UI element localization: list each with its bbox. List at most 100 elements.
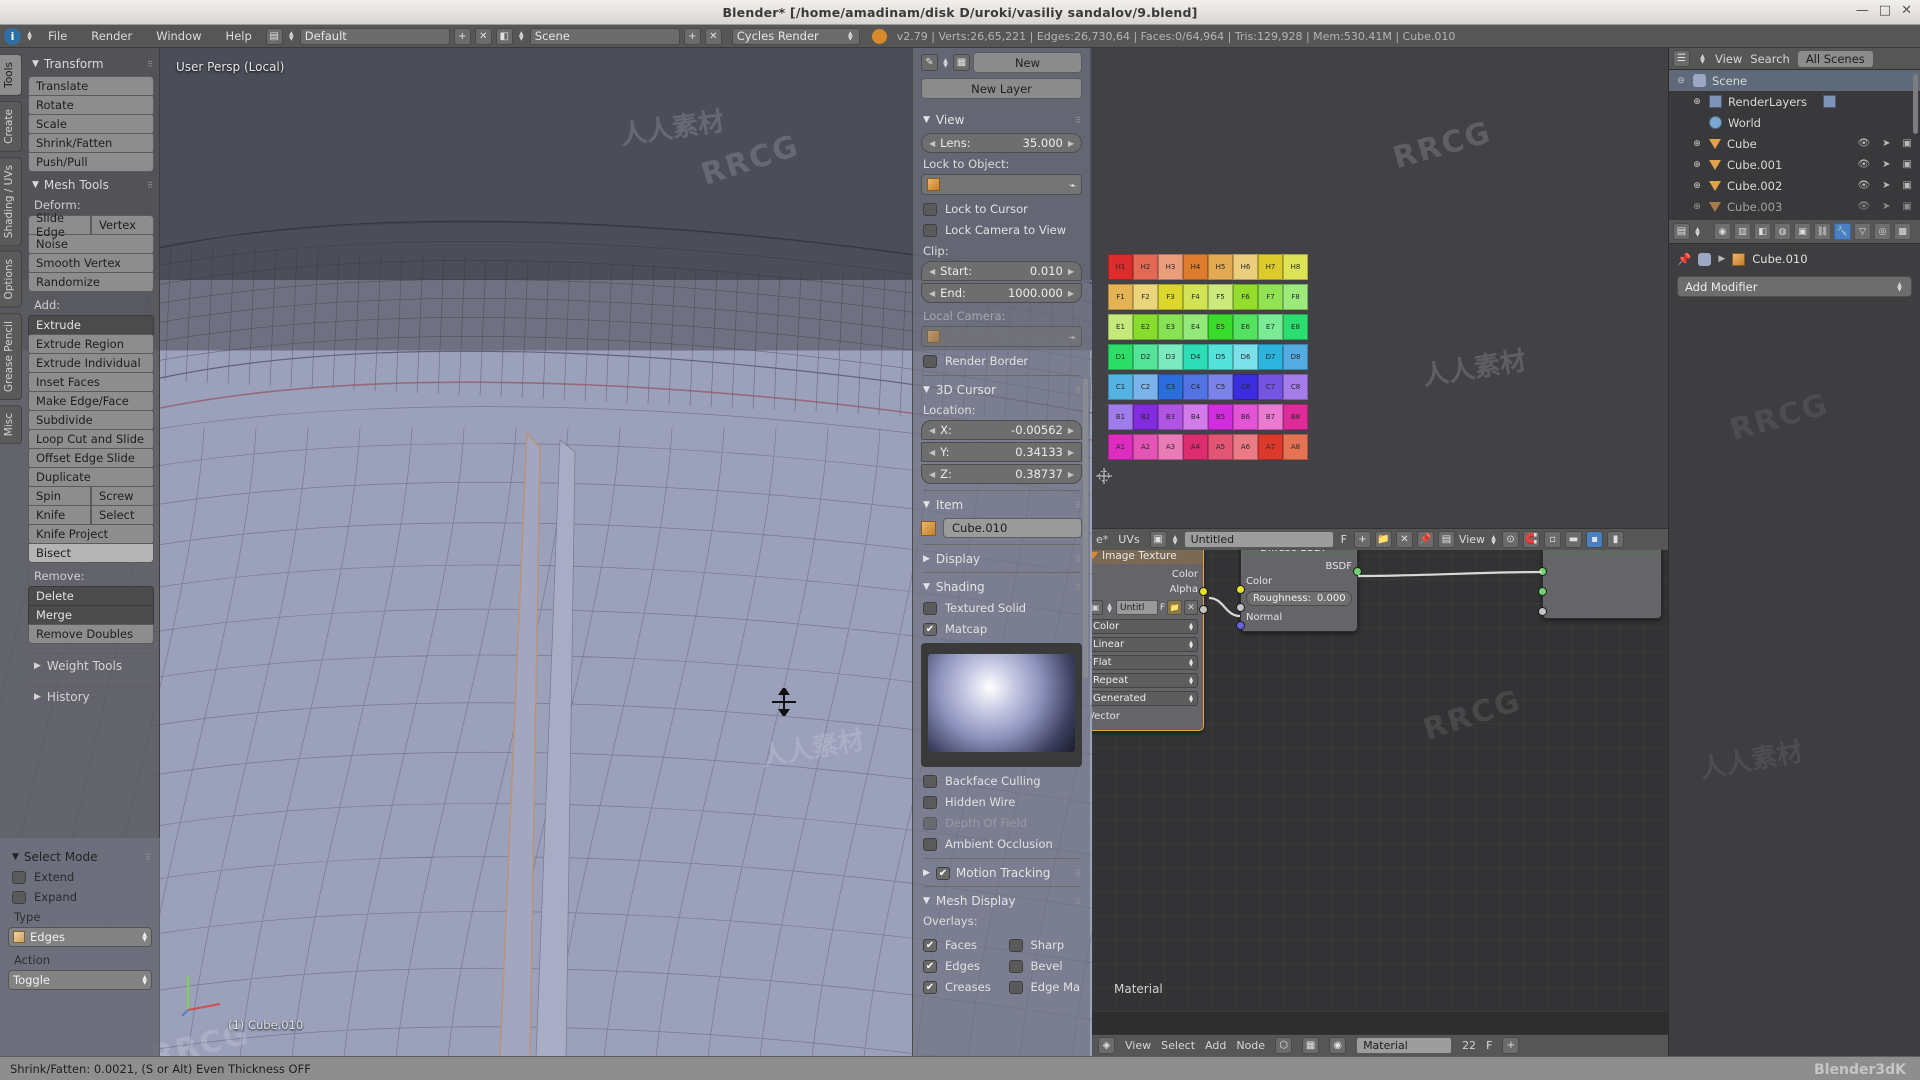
shader-type-object-icon[interactable]: ⬡ — [1275, 1037, 1292, 1054]
chevron-updown-icon[interactable]: ▲▼ — [1698, 54, 1707, 64]
tab-scene[interactable]: ◧ — [1754, 223, 1771, 240]
tool-make-edge-face[interactable]: Make Edge/Face — [28, 391, 154, 411]
tab-create[interactable]: Create — [0, 101, 22, 152]
cursor-arrow-icon[interactable]: ➤ — [1882, 159, 1890, 170]
node-menu-node[interactable]: Node — [1236, 1039, 1265, 1052]
tool-scale[interactable]: Scale — [28, 114, 154, 134]
chevron-updown-icon[interactable]: ▲▼ — [1105, 603, 1114, 613]
socket-alpha-output[interactable] — [1199, 605, 1208, 614]
unlink-icon[interactable]: ✕ — [1184, 600, 1198, 615]
panel-header-select-mode[interactable]: ▼ Select Mode ⠿ — [12, 850, 152, 864]
eye-icon[interactable]: 👁 — [1857, 159, 1870, 170]
node-image-name[interactable]: Untitl — [1116, 600, 1158, 615]
tool-bisect[interactable]: Bisect — [28, 543, 154, 563]
pin-icon[interactable]: 📌 — [1677, 252, 1691, 266]
panel-header-transform[interactable]: ▼ Transform ⠿ — [32, 57, 154, 71]
tab-shading-uvs[interactable]: Shading / UVs — [0, 157, 22, 246]
expand-icon[interactable]: ⊕ — [1691, 160, 1703, 170]
outliner-menu-view[interactable]: View — [1715, 52, 1742, 66]
node-select-color-space[interactable]: Color ▲▼ — [1092, 619, 1198, 634]
tab-texture[interactable]: ▩ — [1894, 223, 1911, 240]
increment-arrow-icon[interactable]: ▶ — [1068, 289, 1074, 298]
pivot-icon[interactable]: ⊙ — [1502, 531, 1519, 548]
select-type-dropdown[interactable]: Edges ▲▼ — [8, 927, 152, 947]
node-select-source[interactable]: Generated ▲▼ — [1092, 691, 1198, 706]
tab-render-layers[interactable]: ▥ — [1734, 223, 1751, 240]
editor-type-spinner-icon[interactable]: ▲▼ — [25, 31, 34, 41]
tab-grease-pencil[interactable]: Grease Pencil — [0, 313, 22, 400]
node-input-color[interactable]: Color — [1246, 574, 1352, 589]
clip-end-field[interactable]: ◀ End: 1000.000 ▶ — [921, 283, 1082, 303]
camera-icon[interactable]: ▣ — [1903, 180, 1912, 191]
node-roughness-field[interactable]: Roughness: 0.000 — [1246, 591, 1352, 606]
node-editor-type-icon[interactable]: ◈ — [1098, 1037, 1115, 1054]
checkbox-faces[interactable]: ✔ Faces — [923, 938, 997, 952]
outliner-row-world[interactable]: World — [1669, 112, 1920, 133]
image-browse-icon[interactable]: ▣ — [1150, 531, 1167, 548]
panel-header-weight-tools[interactable]: ▶ Weight Tools — [34, 659, 154, 673]
outliner-menu-search[interactable]: Search — [1750, 52, 1790, 66]
delete-scene-button[interactable]: ✕ — [705, 28, 722, 45]
node-menu-add[interactable]: Add — [1205, 1039, 1226, 1052]
material-browse-icon[interactable]: ◉ — [1329, 1037, 1346, 1054]
tab-options[interactable]: Options — [0, 251, 22, 308]
tool-select[interactable]: Select — [91, 505, 154, 525]
decrement-arrow-icon[interactable]: ◀ — [929, 267, 935, 276]
add-screen-layout-button[interactable]: + — [454, 28, 471, 45]
open-image-icon[interactable]: 📁 — [1167, 600, 1182, 615]
eyedropper-icon[interactable]: ⌁ — [1069, 330, 1076, 344]
outliner-row-cube-002[interactable]: ⊕ Cube.002 👁 ➤ ▣ — [1669, 175, 1920, 196]
uv-view-menu[interactable]: View — [1459, 533, 1485, 546]
maximize-button[interactable]: □ — [1879, 3, 1891, 18]
material-fake-user-toggle[interactable]: F — [1486, 1039, 1492, 1052]
socket-color-output[interactable] — [1199, 587, 1208, 596]
panel-header-3d-cursor[interactable]: ▼ 3D Cursor ⠿ — [923, 383, 1082, 397]
uv-select-face-icon[interactable]: ▪ — [1586, 531, 1603, 548]
tab-data[interactable]: ▽ — [1854, 223, 1871, 240]
add-modifier-button[interactable]: Add Modifier ▲▼ — [1677, 276, 1912, 297]
lock-to-object-field[interactable]: ⌁ — [921, 174, 1082, 195]
outliner-editor-type-icon[interactable]: ☰ — [1673, 50, 1690, 67]
checkbox-extend[interactable]: Extend — [12, 870, 152, 884]
checkbox-sharp[interactable]: Sharp — [1009, 938, 1083, 952]
uv-image-editor[interactable]: H1H2H3H4H5H6H7H8F1F2F3F4F5F6F7F8E1E2E3E4… — [1092, 48, 1668, 528]
pin-icon[interactable]: 📌 — [1417, 531, 1434, 548]
node-output-color[interactable]: Color — [1092, 567, 1198, 582]
outliner-scrollbar[interactable] — [1913, 74, 1918, 134]
tab-modifier[interactable]: 🔧 — [1834, 223, 1851, 240]
node-input-vector[interactable]: Vector — [1092, 709, 1198, 724]
tool-subdivide[interactable]: Subdivide — [28, 410, 154, 430]
screen-layout-icon[interactable]: ▤ — [266, 28, 283, 45]
node-diffuse-bsdf[interactable]: Diffuse BSDF BSDF Color Roughness: 0.000… — [1240, 538, 1358, 632]
tab-constraints[interactable]: ⛓ — [1814, 223, 1831, 240]
socket-normal-input[interactable] — [1236, 621, 1245, 630]
image-name-field[interactable]: Untitled — [1184, 531, 1334, 548]
tool-loop-cut-and-slide[interactable]: Loop Cut and Slide — [28, 429, 154, 449]
render-engine-select[interactable]: Cycles Render ▲▼ — [732, 28, 860, 45]
panel-header-display[interactable]: ▶ Display ⠿ — [923, 552, 1082, 566]
tool-extrude[interactable]: Extrude — [28, 315, 154, 335]
node-select-projection[interactable]: Flat ▲▼ — [1092, 655, 1198, 670]
outliner-display-mode[interactable]: All Scenes — [1798, 51, 1873, 67]
cursor-arrow-icon[interactable]: ➤ — [1882, 138, 1890, 149]
node-select-interpolation[interactable]: Linear ▲▼ — [1092, 637, 1198, 652]
increment-arrow-icon[interactable]: ▶ — [1068, 426, 1074, 435]
decrement-arrow-icon[interactable]: ◀ — [929, 426, 935, 435]
node-output-alpha[interactable]: Alpha — [1092, 582, 1198, 597]
panel-header-view[interactable]: ▼ View ⠿ — [923, 113, 1082, 127]
checkbox-creases[interactable]: ✔ Creases — [923, 980, 997, 994]
new-layer-inline-button[interactable]: New — [973, 52, 1082, 73]
checkbox-edge-marks[interactable]: Edge Ma — [1009, 980, 1083, 994]
decrement-arrow-icon[interactable]: ◀ — [929, 470, 935, 479]
checkbox-matcap[interactable]: ✔ Matcap — [923, 622, 1082, 636]
checkbox-checked-icon[interactable]: ✔ — [936, 867, 950, 880]
tool-knife[interactable]: Knife — [28, 505, 91, 525]
scene-field[interactable]: Scene — [530, 28, 680, 45]
layer-icon[interactable]: ▦ — [953, 54, 970, 71]
menu-help[interactable]: Help — [216, 28, 262, 45]
increment-arrow-icon[interactable]: ▶ — [1068, 139, 1074, 148]
tool-vertex[interactable]: Vertex — [91, 215, 154, 235]
tab-physics[interactable]: ◎ — [1874, 223, 1891, 240]
menu-file[interactable]: File — [38, 28, 77, 45]
checkbox-ambient-occlusion[interactable]: Ambient Occlusion — [923, 837, 1082, 851]
